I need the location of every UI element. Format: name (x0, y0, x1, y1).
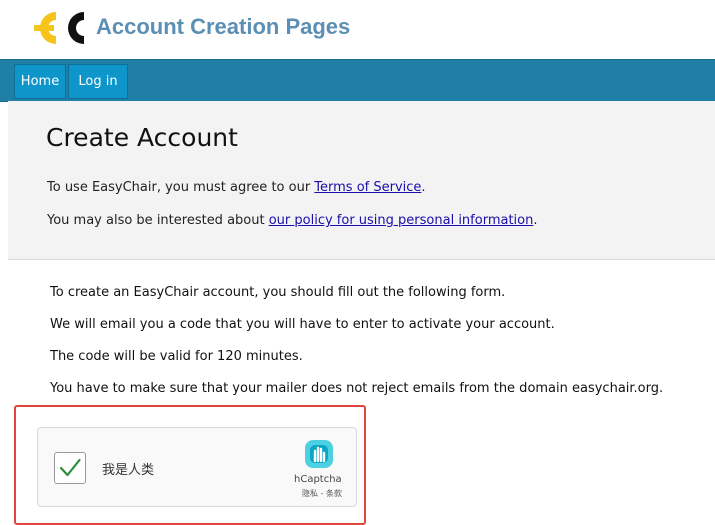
intro-panel: Create Account To use EasyChair, you mus… (8, 101, 715, 260)
hcaptcha-privacy-terms-links[interactable]: 隐私 - 条款 (302, 488, 342, 499)
terms-notice-suffix: . (421, 180, 426, 195)
page-title: Create Account (46, 123, 238, 152)
nav-home[interactable]: Home (14, 64, 66, 99)
form-instruction: To create an EasyChair account, you shou… (50, 285, 506, 300)
human-verification-checkbox[interactable] (54, 452, 86, 484)
app-title: Account Creation Pages (96, 14, 351, 39)
hcaptcha-brand: hCaptcha (294, 474, 342, 485)
nav-login[interactable]: Log in (68, 64, 128, 99)
code-validity-note: The code will be valid for 120 minutes. (50, 349, 303, 364)
captcha-label: 我是人类 (102, 463, 155, 478)
terms-notice: To use EasyChair, you must agree to our … (47, 180, 426, 195)
email-code-instruction: We will email you a code that you will h… (50, 317, 555, 332)
privacy-notice: You may also be interested about our pol… (47, 213, 538, 228)
privacy-notice-prefix: You may also be interested about (47, 213, 269, 228)
header: Account Creation Pages (0, 0, 715, 59)
terms-notice-prefix: To use EasyChair, you must agree to our (47, 180, 315, 195)
privacy-notice-suffix: . (533, 213, 538, 228)
hcaptcha-widget: 我是人类 hCaptcha 隐私 - 条款 (37, 427, 357, 507)
checkmark-icon (59, 458, 81, 477)
mailer-domain-note: You have to make sure that your mailer d… (50, 381, 664, 396)
terms-of-service-link[interactable]: Terms of Service (314, 180, 421, 195)
easychair-logo-icon (34, 12, 84, 44)
hcaptcha-logo-icon (305, 440, 333, 468)
privacy-policy-link[interactable]: our policy for using personal informatio… (269, 213, 534, 228)
top-navbar: Home Log in (0, 59, 715, 102)
